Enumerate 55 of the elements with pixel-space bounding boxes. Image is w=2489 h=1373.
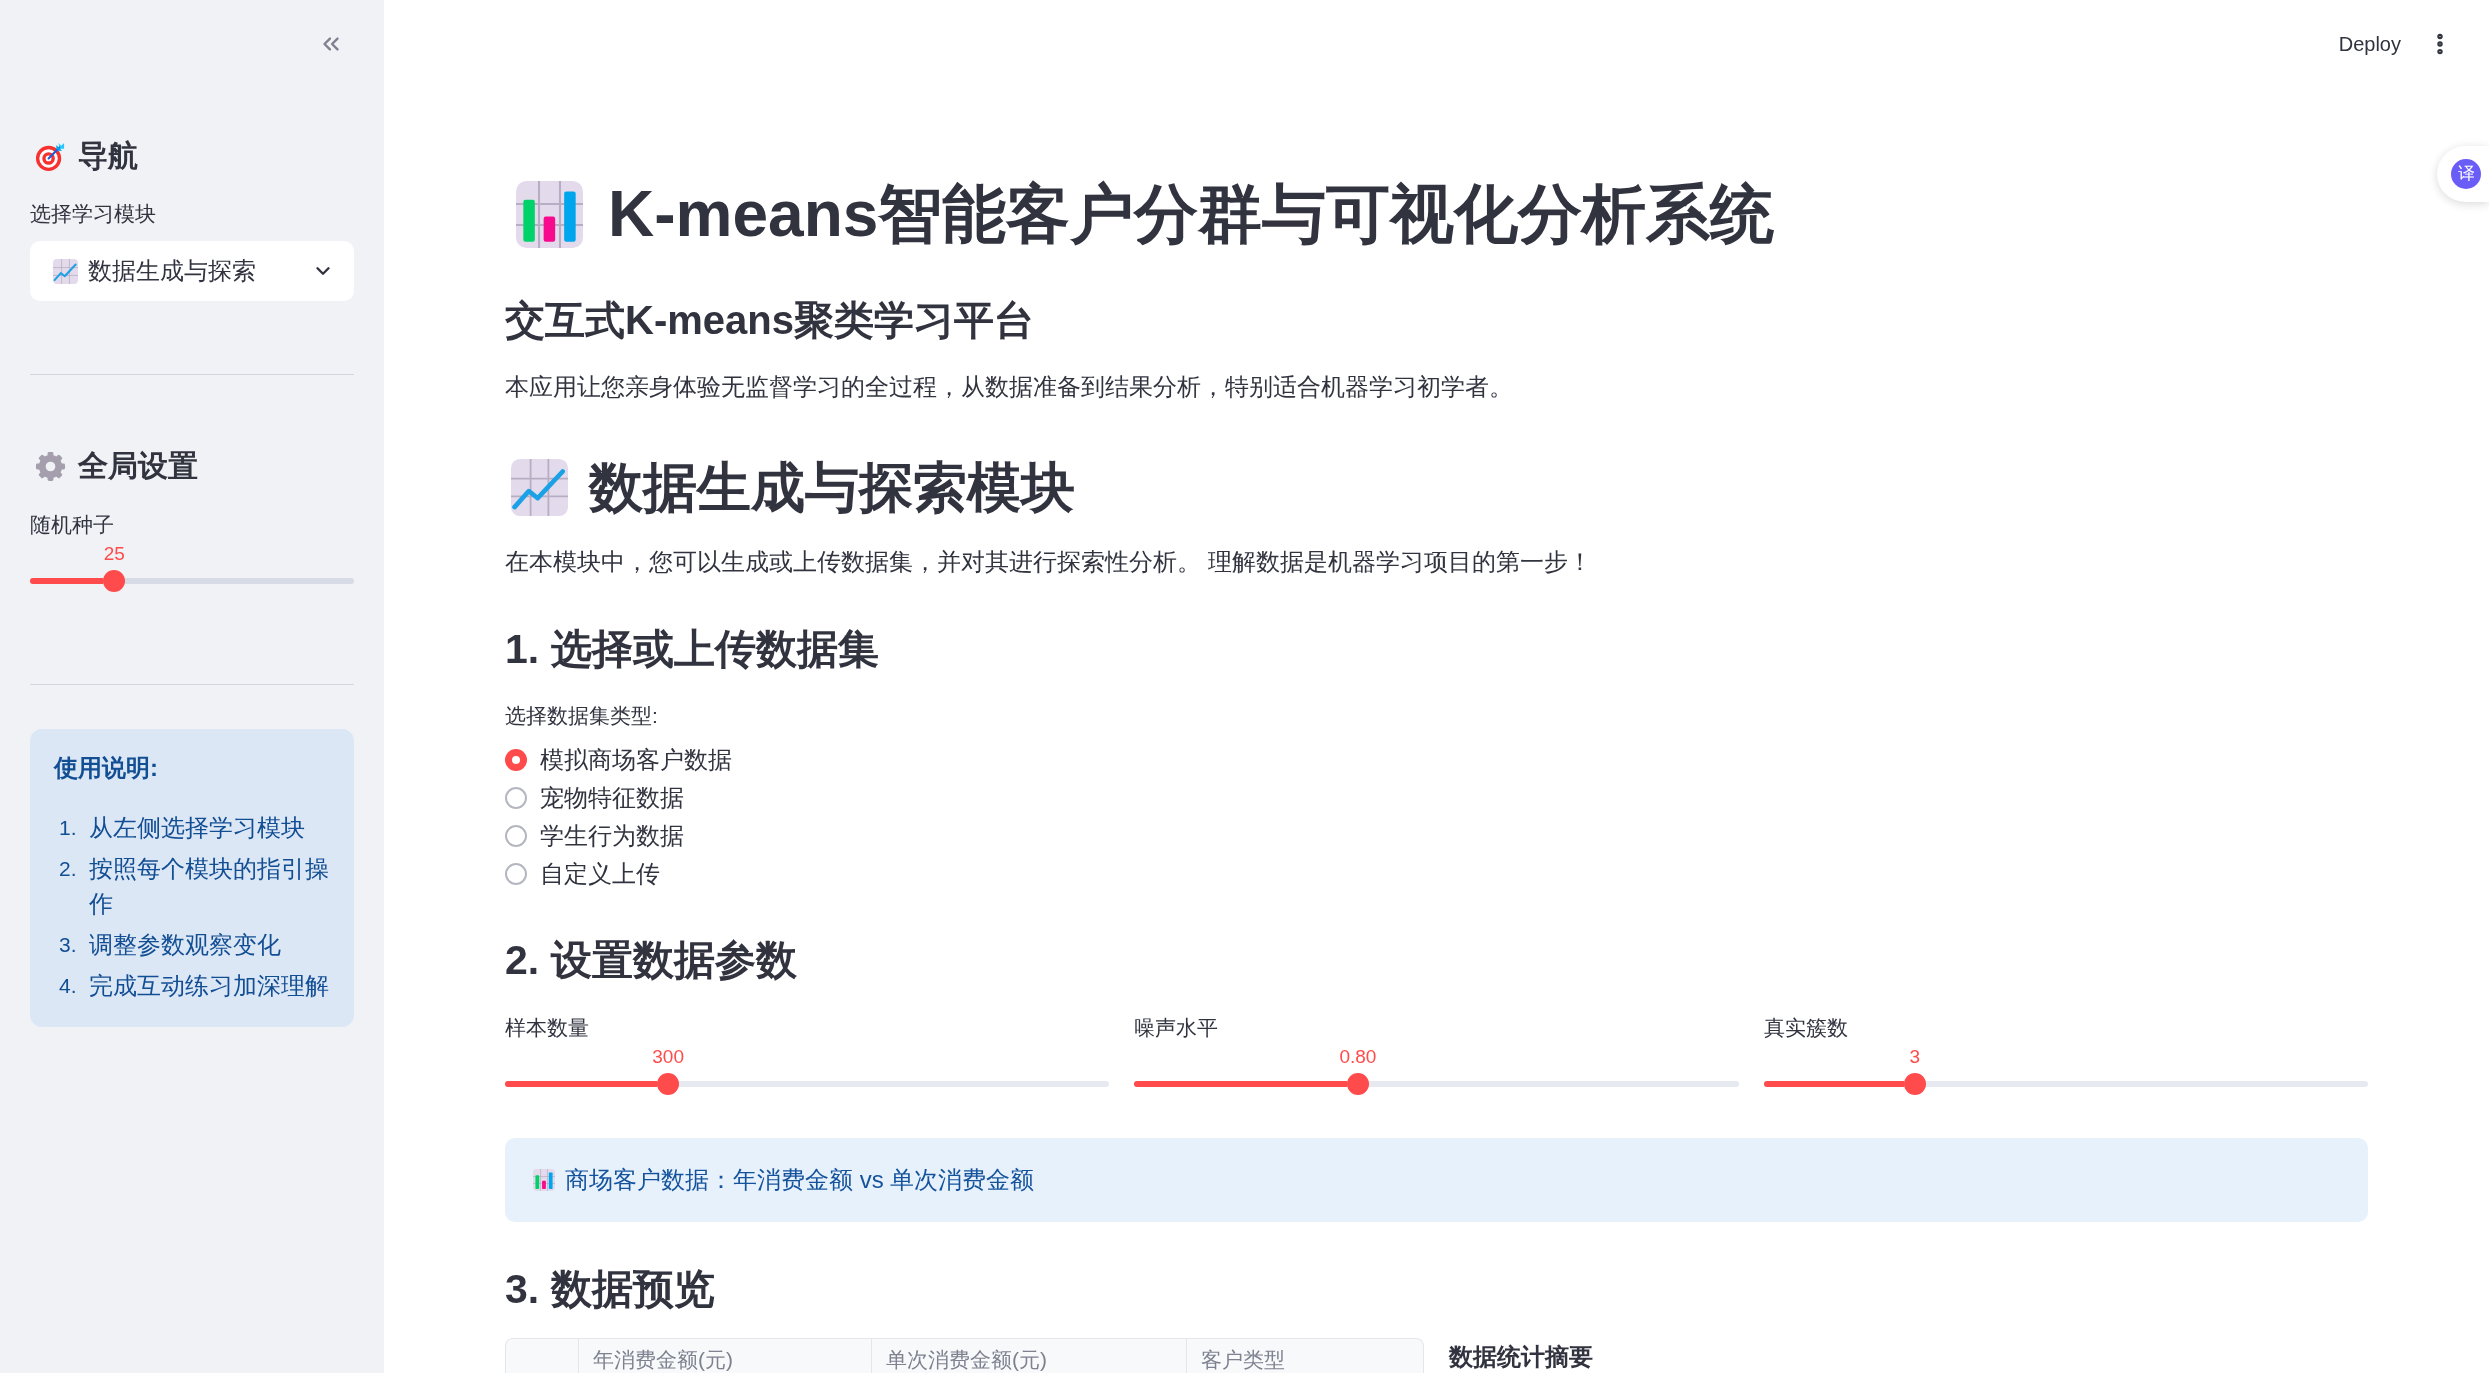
- instruction-item: 完成互动练习加深理解: [89, 971, 330, 1001]
- instruction-item: 从左侧选择学习模块: [89, 813, 306, 843]
- column-header: 客户类型: [1201, 1347, 1285, 1372]
- info-text: 商场客户数据：年消费金额 vs 单次消费金额: [565, 1165, 1035, 1195]
- instruction-item: 调整参数观察变化: [89, 930, 282, 960]
- translate-button[interactable]: 译: [2437, 146, 2489, 202]
- radio-icon[interactable]: [505, 787, 527, 809]
- page-title: K-means智能客户分群与可视化分析系统: [608, 177, 1775, 252]
- summary-heading: 数据统计摘要: [1449, 1343, 1593, 1371]
- instruction-item: 按照每个模块的指引操作: [89, 854, 330, 919]
- slider-label: 真实簇数: [1763, 1015, 1848, 1041]
- target-icon: [35, 140, 66, 172]
- bar-chart-icon: [533, 1169, 555, 1191]
- radio-option[interactable]: 自定义上传: [505, 855, 660, 893]
- slider-label: 噪声水平: [1134, 1015, 1219, 1041]
- slider-label: 随机种子: [30, 512, 114, 538]
- module-heading: 数据生成与探索模块: [589, 456, 1075, 519]
- section-heading: 2. 设置数据参数: [505, 936, 797, 985]
- radio-option[interactable]: 学生行为数据: [505, 817, 684, 855]
- column-header: 单次消费金额(元): [886, 1347, 1047, 1372]
- slider-value: 3: [1909, 1045, 1920, 1069]
- slider-value: 300: [652, 1045, 684, 1069]
- module-intro: 在本模块中，您可以生成或上传数据集，并对其进行探索性分析。 理解数据是机器学习项目的第一步！: [505, 547, 1592, 577]
- list-number: 1.: [59, 815, 78, 841]
- radio-icon[interactable]: [505, 863, 527, 885]
- gear-icon: [35, 450, 66, 482]
- slider-label: 样本数量: [505, 1015, 589, 1041]
- list-number: 4.: [59, 973, 78, 999]
- intro-text: 本应用让您亲身体验无监督学习的全过程，从数据准备到结果分析，特别适合机器学习初学者。: [505, 372, 1513, 402]
- list-number: 3.: [59, 932, 78, 958]
- slider-value: 25: [103, 542, 125, 566]
- list-number: 2.: [59, 856, 78, 882]
- slider-thumb[interactable]: [103, 570, 126, 592]
- section-heading: 3. 数据预览: [505, 1265, 715, 1314]
- slider-thumb[interactable]: [1346, 1073, 1369, 1095]
- bar-chart-icon: [516, 180, 583, 248]
- radio-option[interactable]: 宠物特征数据: [505, 779, 684, 817]
- line-chart-icon: [511, 458, 568, 516]
- radio-option[interactable]: 模拟商场客户数据: [505, 741, 732, 779]
- deploy-button[interactable]: Deploy: [2326, 21, 2413, 67]
- slider-value: 0.80: [1339, 1045, 1377, 1069]
- radio-icon[interactable]: [505, 825, 527, 847]
- info-title: 使用说明:: [54, 753, 158, 783]
- column-header: 年消费金额(元): [593, 1347, 733, 1372]
- slider-thumb[interactable]: [1903, 1073, 1926, 1095]
- slider-thumb[interactable]: [657, 1073, 680, 1095]
- section-heading: 1. 选择或上传数据集: [505, 625, 879, 674]
- module-select[interactable]: 数据生成与探索: [30, 241, 354, 301]
- subtitle: 交互式K-means聚类学习平台: [505, 297, 1034, 344]
- line-chart-icon: [53, 258, 78, 284]
- radio-icon[interactable]: [505, 749, 527, 771]
- sidebar-heading: 导航: [78, 138, 138, 174]
- radio-group-label: 选择数据集类型:: [505, 703, 658, 729]
- select-label: 选择学习模块: [30, 201, 156, 227]
- sidebar-heading: 全局设置: [78, 448, 198, 484]
